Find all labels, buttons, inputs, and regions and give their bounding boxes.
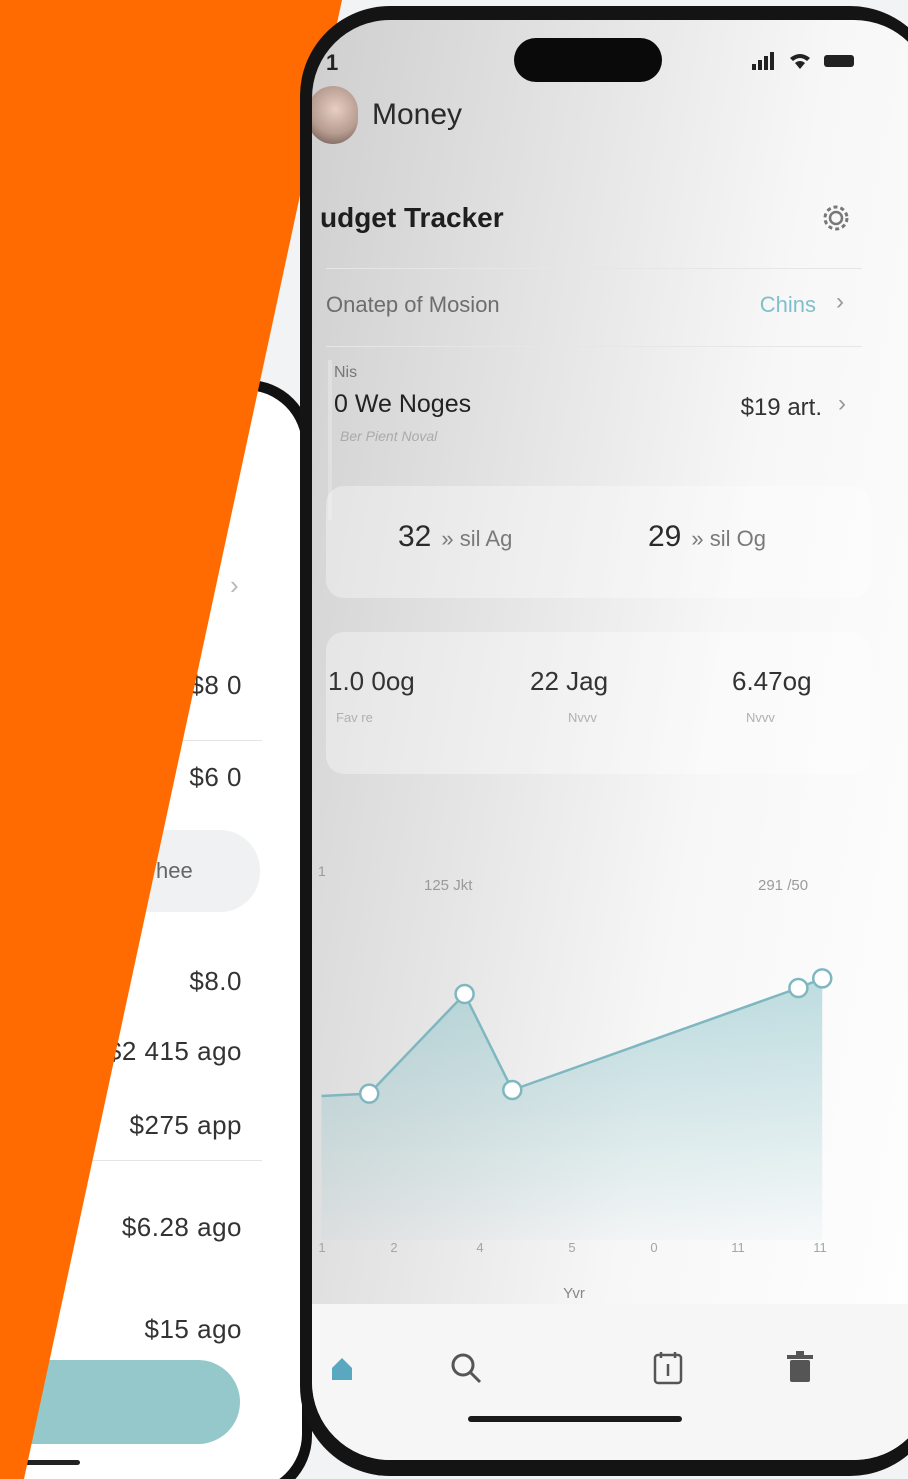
stat-3-sub: Fav re (336, 710, 373, 725)
stat-5-value: 6.47og (732, 666, 812, 696)
stat-1-label: » sil Ag (441, 526, 513, 551)
status-icons (750, 50, 860, 78)
stat-4-sub: Nvvv (568, 710, 597, 725)
stat-4-value: 22 Jag (530, 666, 609, 696)
data-point[interactable] (788, 977, 809, 999)
data-point[interactable] (454, 983, 475, 1005)
x-tick-label: 5 (568, 1240, 575, 1255)
stat-2-value: 29 (648, 520, 682, 553)
search-icon[interactable] (444, 1346, 488, 1390)
avatar[interactable] (312, 86, 358, 144)
item-tag: Nis (334, 364, 358, 381)
calendar-icon[interactable] (646, 1346, 690, 1390)
dynamic-island (514, 38, 662, 82)
chevron-right-icon[interactable]: › (838, 390, 846, 418)
trash-icon[interactable] (778, 1346, 822, 1390)
status-time: 1 (326, 50, 339, 75)
stat-2-label: » sil Og (691, 526, 766, 551)
x-tick-label: 4 (476, 1240, 483, 1255)
chart-annotation: 1 (318, 863, 326, 879)
x-tick-label: 2 (390, 1240, 397, 1255)
chart-annotation: 291 /50 (758, 877, 808, 894)
data-point[interactable] (811, 968, 833, 989)
x-tick-label: 1 (318, 1240, 325, 1255)
x-tick-label: 11 (731, 1240, 745, 1255)
item-amount: $19 art. (740, 394, 822, 421)
stat-1: 32 » sil Ag (398, 520, 512, 554)
series-area (321, 978, 823, 1240)
item-subtitle: Ber Pient Noval (340, 428, 438, 444)
chart-annotation: 125 Jkt (424, 877, 473, 894)
app-title: Money (372, 98, 463, 131)
page-title: udget Tracker (320, 202, 504, 233)
signal-wifi-battery-icon (752, 52, 854, 70)
divider (326, 346, 862, 347)
section-link[interactable]: Chins (760, 292, 816, 318)
scene: › $8 0 $6 0 hee $8.0 $2 415 ago $275 app… (0, 0, 908, 1479)
section-label: Onatep of Mosion (326, 292, 500, 317)
home-icon[interactable] (320, 1346, 364, 1390)
tab-bar (312, 1304, 908, 1460)
stat-1-value: 32 (398, 520, 432, 553)
stat-2: 29 » sil Og (648, 520, 766, 554)
area-chart: 1 125 Jkt 291 /50 1 2 4 5 0 11 11 Yvr (318, 863, 833, 1302)
x-tick-label: 11 (813, 1240, 827, 1255)
stats-card-2 (326, 632, 870, 774)
data-point[interactable] (502, 1079, 523, 1101)
stat-5-sub: Nvvv (746, 710, 775, 725)
home-indicator (468, 1416, 682, 1422)
front-phone-screen: 1 Money udget Tracker Onatep of Mosion C… (312, 20, 908, 1460)
x-axis-label: Yvr (563, 1285, 585, 1302)
stat-3-value: 1.0 0og (328, 666, 415, 696)
item-name[interactable]: 0 We Noges (334, 390, 471, 419)
divider (326, 268, 862, 269)
gear-icon[interactable] (818, 200, 854, 236)
data-point[interactable] (358, 1083, 380, 1104)
x-tick-label: 0 (650, 1240, 657, 1255)
chevron-right-icon[interactable]: › (836, 288, 844, 316)
